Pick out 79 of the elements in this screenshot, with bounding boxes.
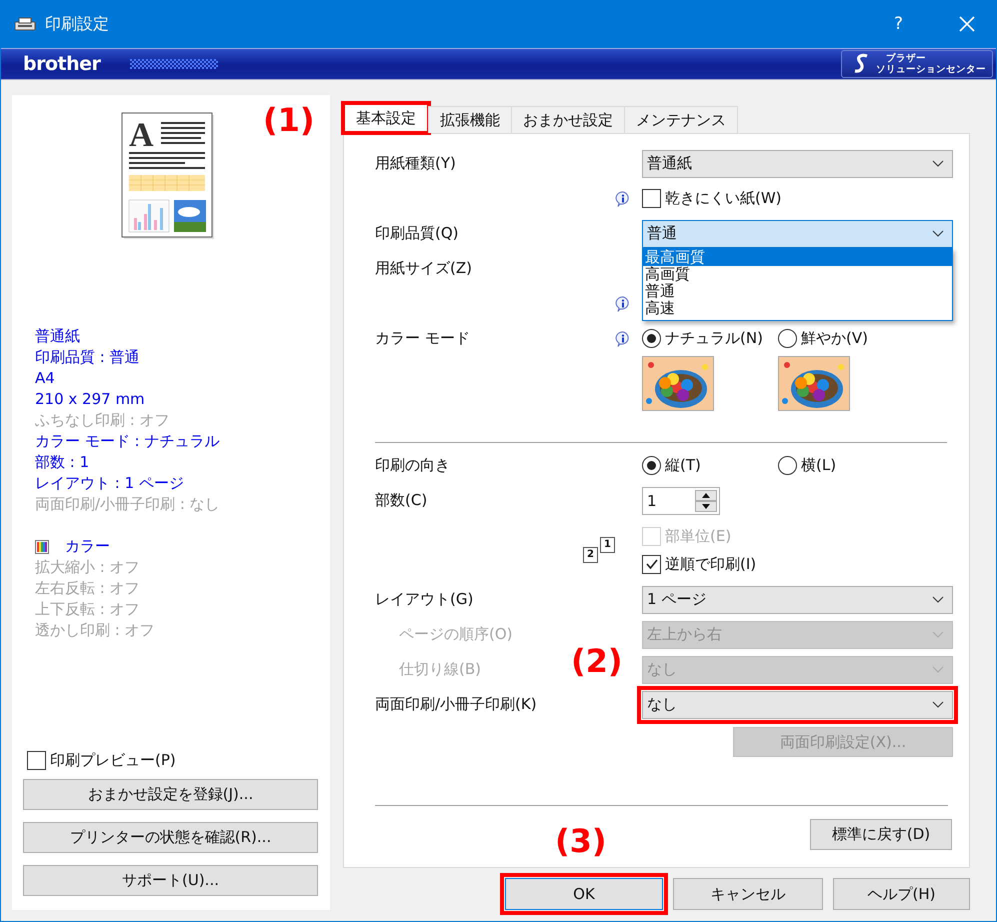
dialog-button[interactable]: キャンセル bbox=[673, 878, 823, 910]
radio-button[interactable] bbox=[778, 456, 797, 475]
checkbox-label[interactable]: 逆順で印刷(I) bbox=[665, 554, 756, 574]
checkbox[interactable] bbox=[642, 189, 661, 208]
summary-line: 両面印刷/小冊子印刷 : なし bbox=[35, 494, 220, 515]
dialog-button[interactable]: ヘルプ(H) bbox=[833, 878, 970, 910]
panel-button[interactable]: おまかせ設定を登録(J)... bbox=[23, 779, 318, 810]
radio-label[interactable]: 横(L) bbox=[801, 456, 836, 475]
checkbox-label[interactable]: 印刷プレビュー(P) bbox=[50, 751, 176, 770]
solution-center-button[interactable]: ブラザー ソリューションセンター bbox=[841, 50, 993, 78]
check-icon bbox=[644, 557, 658, 571]
setting-label: レイアウト(G) bbox=[375, 590, 474, 609]
chevron-icon bbox=[932, 230, 944, 238]
button-caption: ソリューションセンター bbox=[876, 64, 986, 75]
setting-label: ページの順序(O) bbox=[399, 625, 513, 644]
copies-spinner[interactable]: 1 bbox=[642, 486, 720, 514]
setting-label: 印刷の向き bbox=[375, 456, 450, 475]
reset-button[interactable]: 標準に戻す(D) bbox=[810, 819, 952, 850]
chevron-icon bbox=[932, 666, 944, 674]
chevron-icon bbox=[932, 160, 944, 168]
tab[interactable]: 基本設定 bbox=[343, 103, 429, 133]
tab[interactable]: 拡張機能 bbox=[428, 106, 512, 133]
page-preview-drawing: A bbox=[121, 112, 217, 242]
summary-line: 印刷品質 : 普通 bbox=[35, 347, 140, 368]
callout-label: (3) bbox=[555, 825, 607, 857]
dropdown-option[interactable]: 高速 bbox=[643, 300, 952, 316]
checkbox-label[interactable]: 乾きにくい紙(W) bbox=[665, 189, 782, 208]
summary-line: カラー モード : ナチュラル bbox=[35, 431, 220, 452]
summary-line: 部数 : 1 bbox=[35, 452, 90, 473]
info-icon[interactable] bbox=[615, 190, 631, 206]
setting-label: 用紙サイズ(Z) bbox=[375, 259, 472, 278]
setting-label: 用紙種類(Y) bbox=[375, 154, 456, 173]
setting-label: カラー モード bbox=[375, 329, 470, 348]
dropdown[interactable]: 1 ページ bbox=[642, 586, 953, 614]
brand-logo: brother bbox=[23, 53, 100, 75]
window-title: 印刷設定 bbox=[45, 14, 109, 34]
setting-label: 部数(C) bbox=[375, 491, 428, 510]
radio-label[interactable]: 縦(T) bbox=[665, 456, 701, 475]
callout-label: (2) bbox=[571, 645, 623, 677]
dropdown-option[interactable]: 高画質 bbox=[643, 266, 952, 282]
radio-button[interactable] bbox=[642, 329, 661, 348]
radio-button[interactable] bbox=[778, 329, 797, 348]
checkbox[interactable] bbox=[27, 751, 46, 770]
s-logo-icon bbox=[852, 53, 870, 75]
color-icon bbox=[35, 540, 49, 554]
setting-label: 仕切り線(B) bbox=[399, 660, 481, 679]
close-icon[interactable] bbox=[959, 16, 975, 32]
radio-label[interactable]: 鮮やか(V) bbox=[801, 329, 868, 348]
summary-line: レイアウト : 1 ページ bbox=[35, 473, 184, 494]
panel-button[interactable]: サポート(U)... bbox=[23, 865, 318, 896]
dropdown[interactable]: 普通 bbox=[642, 220, 953, 248]
summary-line: 透かし印刷 : オフ bbox=[35, 620, 155, 641]
help-button[interactable]: ? bbox=[894, 14, 903, 34]
button-caption: ブラザー bbox=[886, 53, 927, 64]
radio-label[interactable]: ナチュラル(N) bbox=[665, 329, 763, 348]
summary-line: 上下反転 : オフ bbox=[35, 599, 140, 620]
color-label: カラー bbox=[65, 536, 110, 557]
setting-label: 両面印刷/小冊子印刷(K) bbox=[375, 695, 537, 714]
radio-button[interactable] bbox=[642, 456, 661, 475]
callout-label: (1) bbox=[263, 104, 315, 136]
setting-label: 印刷品質(Q) bbox=[375, 224, 459, 243]
summary-line: ふちなし印刷 : オフ bbox=[35, 410, 170, 431]
tab[interactable]: メンテナンス bbox=[624, 106, 738, 133]
summary-line: 210 x 297 mm bbox=[35, 389, 145, 410]
info-icon[interactable] bbox=[615, 296, 631, 312]
chevron-icon bbox=[932, 596, 944, 604]
summary-line: 拡大縮小 : オフ bbox=[35, 557, 140, 578]
dropdown-option[interactable]: 最高画質 bbox=[643, 248, 952, 266]
panel-button[interactable]: プリンターの状態を確認(R)... bbox=[23, 822, 318, 853]
summary-line: 左右反転 : オフ bbox=[35, 578, 140, 599]
chevron-icon bbox=[932, 700, 944, 708]
checkbox[interactable] bbox=[642, 554, 661, 574]
chevron-icon bbox=[932, 630, 944, 638]
dropdown-option[interactable]: 普通 bbox=[643, 282, 952, 300]
summary-line: A4 bbox=[35, 368, 55, 389]
info-icon[interactable] bbox=[615, 330, 631, 346]
summary-line: 普通紙 bbox=[35, 326, 80, 347]
printer-icon bbox=[14, 16, 36, 32]
dropdown[interactable]: 普通紙 bbox=[642, 150, 953, 178]
